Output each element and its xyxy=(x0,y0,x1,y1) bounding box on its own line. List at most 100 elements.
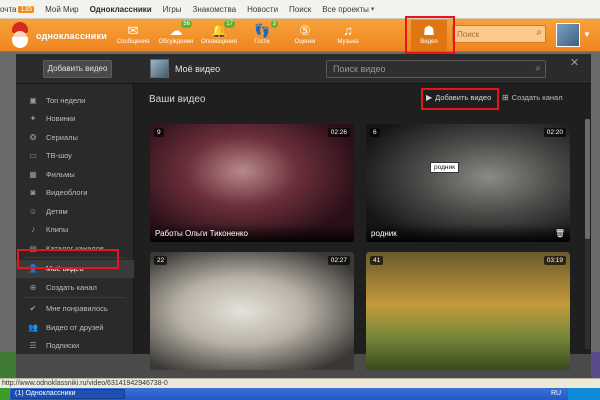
nav-label: Оповещения xyxy=(201,39,237,45)
duration-badge: 02:27 xyxy=(327,256,350,265)
views-badge: 41 xyxy=(370,256,384,265)
nav-rating[interactable]: ⑤ Оценки xyxy=(287,20,323,51)
header-search-input[interactable] xyxy=(453,26,529,42)
add-video-button[interactable]: Добавить видео xyxy=(43,60,112,78)
sidebar-item[interactable]: ❂ Сериалы xyxy=(16,128,134,146)
sidebar-item-label: Создать канал xyxy=(46,282,97,292)
bookmark-item[interactable]: Поиск xyxy=(289,5,311,14)
sidebar-item[interactable]: 👥 Видео от друзей xyxy=(16,318,134,336)
sidebar-item-label: Мне понравилось xyxy=(46,304,108,313)
bookmark-item[interactable]: Новости xyxy=(247,5,278,14)
nav-bell[interactable]: 🔔 Оповещения 17 xyxy=(201,20,237,51)
views-badge: 22 xyxy=(154,256,168,265)
sidebar-item[interactable]: ⊕ Создать канал xyxy=(16,278,134,296)
video-search[interactable]: ⌕ xyxy=(326,60,546,78)
create-channel-link[interactable]: ⊞ Создать канал xyxy=(502,93,563,102)
nav-label: Обсуждения xyxy=(158,39,194,45)
sidebar-item[interactable]: ☰ Подписки xyxy=(16,337,134,355)
sidebar-item-label: Видеоблоги xyxy=(46,188,88,197)
video-card[interactable]: 41 03:19 xyxy=(366,252,570,370)
count-badge: 3 xyxy=(270,20,278,28)
camera-icon: ◙ xyxy=(30,188,36,197)
series-icon: ❂ xyxy=(29,132,37,142)
backdrop-strip xyxy=(591,352,600,378)
close-icon[interactable]: ✕ xyxy=(570,56,579,69)
footprint-icon: 👣 xyxy=(254,23,271,38)
bookmark-item[interactable]: Все проекты ▾ xyxy=(322,5,374,14)
chevron-down-icon: ▾ xyxy=(370,6,375,13)
nav-discussion[interactable]: ☁ Обсуждения 56 xyxy=(158,20,194,51)
modal-title-text: Моё видео xyxy=(175,63,221,74)
video-thumbnail[interactable] xyxy=(366,252,570,370)
count-badge: 17 xyxy=(224,20,235,28)
avatar xyxy=(150,59,169,78)
sidebar-item[interactable]: ▣ Топ недели xyxy=(16,91,134,109)
bookmarks-bar: очта 135 Мой Мир Одноклассники Игры Знакомств… xyxy=(0,0,600,19)
nav-music[interactable]: ♫ Музыка xyxy=(330,20,366,51)
highlight-my-video xyxy=(17,249,119,269)
nav-envelope[interactable]: ✉ Сообщения xyxy=(115,20,151,51)
video-title[interactable]: Работы Ольги Тиконенко xyxy=(150,224,354,242)
video-thumbnail[interactable] xyxy=(150,252,354,370)
site-logo[interactable]: одноклассники xyxy=(8,22,107,49)
film-icon: ▦ xyxy=(29,169,37,179)
create-channel-icon: ⊕ xyxy=(29,282,37,292)
bookmark-item[interactable]: Одноклассники xyxy=(90,5,152,14)
sidebar-item-label: Подписки xyxy=(46,341,80,350)
bookmark-item[interactable]: Игры xyxy=(163,5,182,14)
taskbar: (1) Одноклассники RU xyxy=(0,388,600,400)
bookmark-label: Поиск xyxy=(289,4,312,14)
sidebar-item-label: Сериалы xyxy=(46,132,78,142)
bookmark-label: Все проекты xyxy=(322,4,369,14)
sidebar-item[interactable]: ✔ Мне понравилось xyxy=(16,300,134,318)
highlight-video-nav xyxy=(405,16,455,54)
scrollbar[interactable] xyxy=(585,119,590,349)
create-channel-link-label: Создать канал xyxy=(511,93,563,102)
sidebar-item[interactable]: ♪ Клипы xyxy=(16,221,134,239)
start-button[interactable] xyxy=(0,388,10,400)
trash-icon[interactable]: 🗑 xyxy=(555,229,565,238)
sidebar-item-label: Клипы xyxy=(46,225,69,234)
views-badge: 9 xyxy=(154,128,164,137)
video-card[interactable]: 6 02:20 родник 🗑 родник xyxy=(366,124,570,242)
sidebar-item[interactable]: ✦ Новинки xyxy=(16,110,134,128)
header-search[interactable]: ⌕ xyxy=(452,25,546,43)
modal-title: Моё видео xyxy=(150,59,220,78)
video-search-input[interactable] xyxy=(327,61,527,77)
backdrop-strip xyxy=(0,352,16,378)
sidebar-item[interactable]: ☺ Детям xyxy=(16,202,134,220)
envelope-icon: ✉ xyxy=(127,23,139,38)
bookmark-item[interactable]: Знакомства xyxy=(193,5,237,14)
video-sidebar: ▣ Топ недели ✦ Новинки ❂ Сериалы ▭ ТВ-шоу ▦ Фильм… xyxy=(16,84,134,354)
video-title[interactable]: родник xyxy=(366,224,570,242)
bookmark-item[interactable]: Мой Мир xyxy=(45,5,78,14)
sidebar-item[interactable]: ▦ Фильмы xyxy=(16,165,134,183)
sidebar-item[interactable]: ▭ ТВ-шоу xyxy=(16,147,134,165)
scrollbar-thumb[interactable] xyxy=(585,119,590,239)
bookmark-label: Мой Мир xyxy=(45,4,79,14)
search-icon[interactable]: ⌕ xyxy=(535,63,541,74)
video-card[interactable]: 22 02:27 xyxy=(150,252,354,370)
taskbar-item[interactable]: (1) Одноклассники xyxy=(11,389,125,399)
sidebar-item[interactable]: ◙ Видеоблоги xyxy=(16,184,134,202)
new-icon: ✦ xyxy=(29,114,37,123)
tv-icon: ▭ xyxy=(29,151,37,160)
language-indicator[interactable]: RU xyxy=(551,388,561,400)
sidebar-item-label: Видео от друзей xyxy=(46,322,104,332)
logo-text: одноклассники xyxy=(36,30,107,41)
duration-badge: 02:20 xyxy=(543,128,566,137)
sidebar-item-label: Новинки xyxy=(46,114,76,123)
video-tag: родник xyxy=(430,162,459,173)
views-badge: 6 xyxy=(370,128,380,137)
search-icon[interactable]: ⌕ xyxy=(536,27,542,38)
bookmark-label: Новости xyxy=(247,4,279,14)
video-card[interactable]: 9 02:26 Работы Ольги Тиконенко xyxy=(150,124,354,242)
sidebar-item-label: Фильмы xyxy=(46,169,75,179)
nav-footprint[interactable]: 👣 Гости 3 xyxy=(244,20,280,51)
kids-icon: ☺ xyxy=(28,206,38,216)
bookmark-item[interactable]: очта 135 xyxy=(0,5,35,14)
music-icon: ♫ xyxy=(343,23,353,38)
chevron-down-icon[interactable]: ▼ xyxy=(583,30,591,39)
sidebar-item-label: Топ недели xyxy=(46,95,86,105)
user-avatar[interactable] xyxy=(556,23,580,47)
